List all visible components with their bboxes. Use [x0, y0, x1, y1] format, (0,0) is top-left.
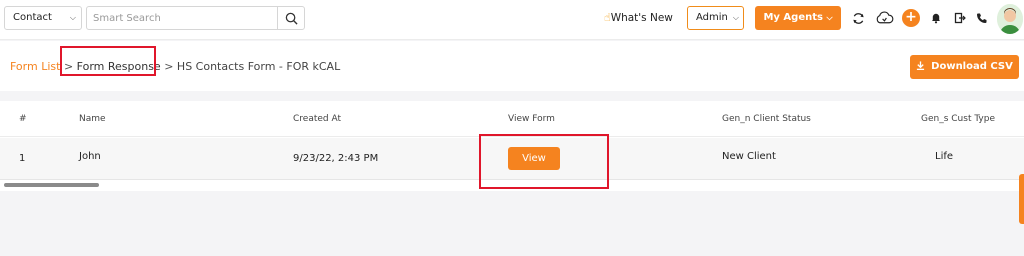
highlight-box-breadcrumb	[60, 46, 156, 76]
role-value: Admin	[696, 12, 728, 23]
my-agents-button[interactable]: My Agents ⌵	[755, 6, 841, 30]
phone-icon[interactable]	[974, 10, 990, 26]
search-icon	[285, 12, 298, 25]
breadcrumb-bar: Form List > Form Response > HS Contacts …	[0, 41, 1024, 91]
column-header: View Form	[508, 114, 555, 124]
column-header: #	[19, 114, 27, 124]
whats-new-label: What's New	[610, 12, 673, 24]
download-csv-label: Download CSV	[931, 61, 1013, 72]
entity-type-value: Contact	[13, 12, 52, 23]
chevron-down-icon: ⌵	[826, 13, 833, 22]
breadcrumb-form-list[interactable]: Form List	[10, 60, 60, 73]
column-header: Gen_n Client Status	[722, 114, 811, 124]
highlight-box-view-form	[479, 134, 609, 189]
row-cust-type: Life	[935, 151, 954, 162]
logout-icon[interactable]	[952, 10, 968, 26]
chevron-down-icon: ⌵	[69, 13, 76, 22]
table-header: # Name Created At View Form Gen_n Client…	[0, 101, 1024, 137]
plus-icon[interactable]: +	[902, 9, 920, 27]
chevron-down-icon: ⌵	[732, 13, 739, 22]
row-client-status: New Client	[722, 151, 776, 162]
hand-icon: ☝	[604, 11, 611, 24]
entity-type-select[interactable]: Contact ⌵	[4, 6, 82, 30]
smart-search	[86, 6, 305, 30]
search-button[interactable]	[277, 7, 304, 29]
download-csv-button[interactable]: Download CSV	[910, 55, 1019, 79]
whats-new-link[interactable]: ☝What's New	[604, 11, 673, 24]
role-select[interactable]: Admin ⌵	[687, 6, 744, 30]
column-header: Gen_s Cust Type	[921, 114, 996, 124]
row-created-at: 9/23/22, 2:43 PM	[293, 153, 379, 164]
breadcrumb-separator: >	[164, 60, 174, 73]
breadcrumb-form-name: HS Contacts Form - FOR kCAL	[176, 60, 341, 73]
side-panel-tab[interactable]	[1019, 174, 1024, 224]
row-name: John	[79, 151, 101, 162]
column-header: Name	[79, 114, 106, 124]
download-icon	[917, 61, 925, 71]
row-index: 1	[19, 153, 26, 164]
refresh-icon[interactable]	[850, 10, 866, 26]
top-navbar: Contact ⌵ ☝What's New Admin ⌵ My Agents …	[0, 0, 1024, 40]
avatar[interactable]	[997, 4, 1023, 34]
search-input[interactable]	[87, 7, 277, 29]
bell-icon[interactable]	[928, 10, 944, 26]
horizontal-scrollbar[interactable]	[4, 183, 99, 187]
column-header: Created At	[293, 114, 342, 124]
cloud-icon[interactable]	[874, 10, 894, 26]
my-agents-label: My Agents	[763, 12, 823, 23]
